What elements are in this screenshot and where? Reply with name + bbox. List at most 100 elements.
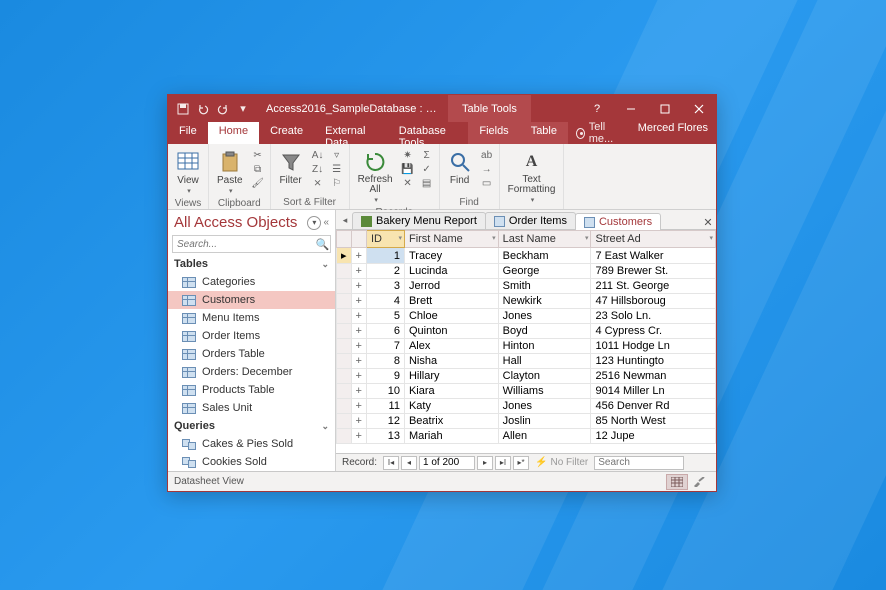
table-row[interactable]: +10KiaraWilliams9014 Miller Ln [337, 384, 716, 399]
tell-me-search[interactable]: Tell me... [568, 122, 630, 144]
cell-last-name[interactable]: Clayton [498, 369, 591, 384]
row-selector[interactable] [337, 384, 352, 399]
cell-last-name[interactable]: Smith [498, 279, 591, 294]
help-button[interactable]: ? [580, 95, 614, 122]
nav-item-cookies-sold[interactable]: Cookies Sold [168, 453, 335, 471]
table-row[interactable]: +3JerrodSmith211 St. George [337, 279, 716, 294]
expand-row-button[interactable]: + [351, 279, 366, 294]
expand-row-button[interactable]: + [351, 294, 366, 309]
tab-table[interactable]: Table [520, 122, 568, 144]
cell-first-name[interactable]: Kiara [404, 384, 498, 399]
no-filter-indicator[interactable]: ⚡No Filter [531, 457, 592, 468]
cell-street-address[interactable]: 789 Brewer St. [591, 264, 716, 279]
totals-button[interactable]: Σ [419, 148, 435, 162]
tab-home[interactable]: Home [208, 122, 259, 144]
nav-item-order-items[interactable]: Order Items [168, 327, 335, 345]
row-selector[interactable] [337, 369, 352, 384]
row-selector[interactable] [337, 294, 352, 309]
tab-database-tools[interactable]: Database Tools [388, 122, 469, 144]
cell-street-address[interactable]: 456 Denver Rd [591, 399, 716, 414]
nav-category-dropdown[interactable]: ▾ [307, 216, 321, 230]
cell-last-name[interactable]: Hall [498, 354, 591, 369]
format-painter-button[interactable]: 🖌 [250, 176, 266, 190]
table-row[interactable]: +2LucindaGeorge789 Brewer St. [337, 264, 716, 279]
table-row[interactable]: +4BrettNewkirk47 Hillsboroug [337, 294, 716, 309]
table-row[interactable]: ▸+1TraceyBeckham7 East Walker [337, 248, 716, 264]
nav-group-queries[interactable]: Queries⌄ [168, 417, 335, 435]
select-all-cell[interactable] [337, 231, 352, 248]
find-button[interactable]: Find [444, 148, 476, 188]
table-row[interactable]: +8NishaHall123 Huntingto [337, 354, 716, 369]
cell-id[interactable]: 2 [366, 264, 404, 279]
cell-id[interactable]: 13 [366, 429, 404, 444]
more-records-button[interactable]: ▤ [419, 176, 435, 190]
cell-first-name[interactable]: Nisha [404, 354, 498, 369]
cell-id[interactable]: 5 [366, 309, 404, 324]
close-button[interactable] [682, 95, 716, 122]
nav-pane-header[interactable]: All Access Objects ▾ « [168, 210, 335, 235]
object-tab-bakery-menu-report[interactable]: Bakery Menu Report [352, 212, 486, 229]
cell-first-name[interactable]: Beatrix [404, 414, 498, 429]
cell-id[interactable]: 3 [366, 279, 404, 294]
tab-create[interactable]: Create [259, 122, 314, 144]
cell-id[interactable]: 9 [366, 369, 404, 384]
cell-id[interactable]: 11 [366, 399, 404, 414]
cell-first-name[interactable]: Lucinda [404, 264, 498, 279]
cell-street-address[interactable]: 4 Cypress Cr. [591, 324, 716, 339]
tab-fields[interactable]: Fields [468, 122, 519, 144]
expand-row-button[interactable]: + [351, 324, 366, 339]
cut-button[interactable]: ✂ [250, 148, 266, 162]
replace-button[interactable]: ab [479, 148, 495, 162]
cell-last-name[interactable]: Allen [498, 429, 591, 444]
cell-first-name[interactable]: Chloe [404, 309, 498, 324]
cell-street-address[interactable]: 123 Huntingto [591, 354, 716, 369]
cell-first-name[interactable]: Katy [404, 399, 498, 414]
nav-first-button[interactable]: I◂ [383, 456, 399, 470]
view-datasheet-button[interactable] [666, 474, 688, 490]
cell-first-name[interactable]: Alex [404, 339, 498, 354]
column-dropdown-icon[interactable]: ▾ [492, 234, 496, 242]
cell-id[interactable]: 6 [366, 324, 404, 339]
row-selector[interactable]: ▸ [337, 248, 352, 264]
cell-id[interactable]: 10 [366, 384, 404, 399]
nav-new-button[interactable]: ▸* [513, 456, 529, 470]
sort-asc-button[interactable]: A↓ [310, 148, 326, 162]
tab-external-data[interactable]: External Data [314, 122, 388, 144]
column-dropdown-icon[interactable]: ▾ [398, 234, 402, 242]
advanced-filter-button[interactable]: ☰ [329, 162, 345, 176]
expand-row-button[interactable]: + [351, 369, 366, 384]
table-row[interactable]: +6QuintonBoyd4 Cypress Cr. [337, 324, 716, 339]
search-icon[interactable]: 🔍 [315, 238, 330, 251]
tabstrip-scroll-left[interactable]: ◂ [338, 211, 352, 229]
column-header-last-name[interactable]: Last Name▾ [498, 231, 591, 248]
table-row[interactable]: +5ChloeJones23 Solo Ln. [337, 309, 716, 324]
row-selector[interactable] [337, 414, 352, 429]
datasheet-grid[interactable]: ID▾First Name▾Last Name▾Street Ad▾ ▸+1Tr… [336, 230, 716, 453]
row-selector[interactable] [337, 354, 352, 369]
nav-next-button[interactable]: ▸ [477, 456, 493, 470]
cell-street-address[interactable]: 2516 Newman [591, 369, 716, 384]
maximize-button[interactable] [648, 95, 682, 122]
nav-item-menu-items[interactable]: Menu Items [168, 309, 335, 327]
table-row[interactable]: +11KatyJones456 Denver Rd [337, 399, 716, 414]
nav-group-tables[interactable]: Tables⌄ [168, 255, 335, 273]
spelling-button[interactable]: ✓ [419, 162, 435, 176]
cell-last-name[interactable]: Williams [498, 384, 591, 399]
redo-icon[interactable] [214, 100, 232, 118]
cell-last-name[interactable]: Jones [498, 309, 591, 324]
expand-row-button[interactable]: + [351, 429, 366, 444]
nav-item-sales-unit[interactable]: Sales Unit [168, 399, 335, 417]
nav-item-cakes-pies-sold[interactable]: Cakes & Pies Sold [168, 435, 335, 453]
row-selector[interactable] [337, 309, 352, 324]
object-tab-customers[interactable]: Customers [575, 213, 661, 230]
text-formatting-button[interactable]: A Text Formatting▾ [504, 148, 560, 206]
expand-row-button[interactable]: + [351, 248, 366, 264]
signed-in-user[interactable]: Merced Flores [630, 122, 716, 144]
column-dropdown-icon[interactable]: ▾ [709, 234, 713, 242]
cell-first-name[interactable]: Tracey [404, 248, 498, 264]
nav-search-input[interactable] [173, 239, 315, 250]
expand-row-button[interactable]: + [351, 399, 366, 414]
object-tab-order-items[interactable]: Order Items [485, 212, 576, 229]
selection-filter-button[interactable]: ▿ [329, 148, 345, 162]
nav-last-button[interactable]: ▸I [495, 456, 511, 470]
